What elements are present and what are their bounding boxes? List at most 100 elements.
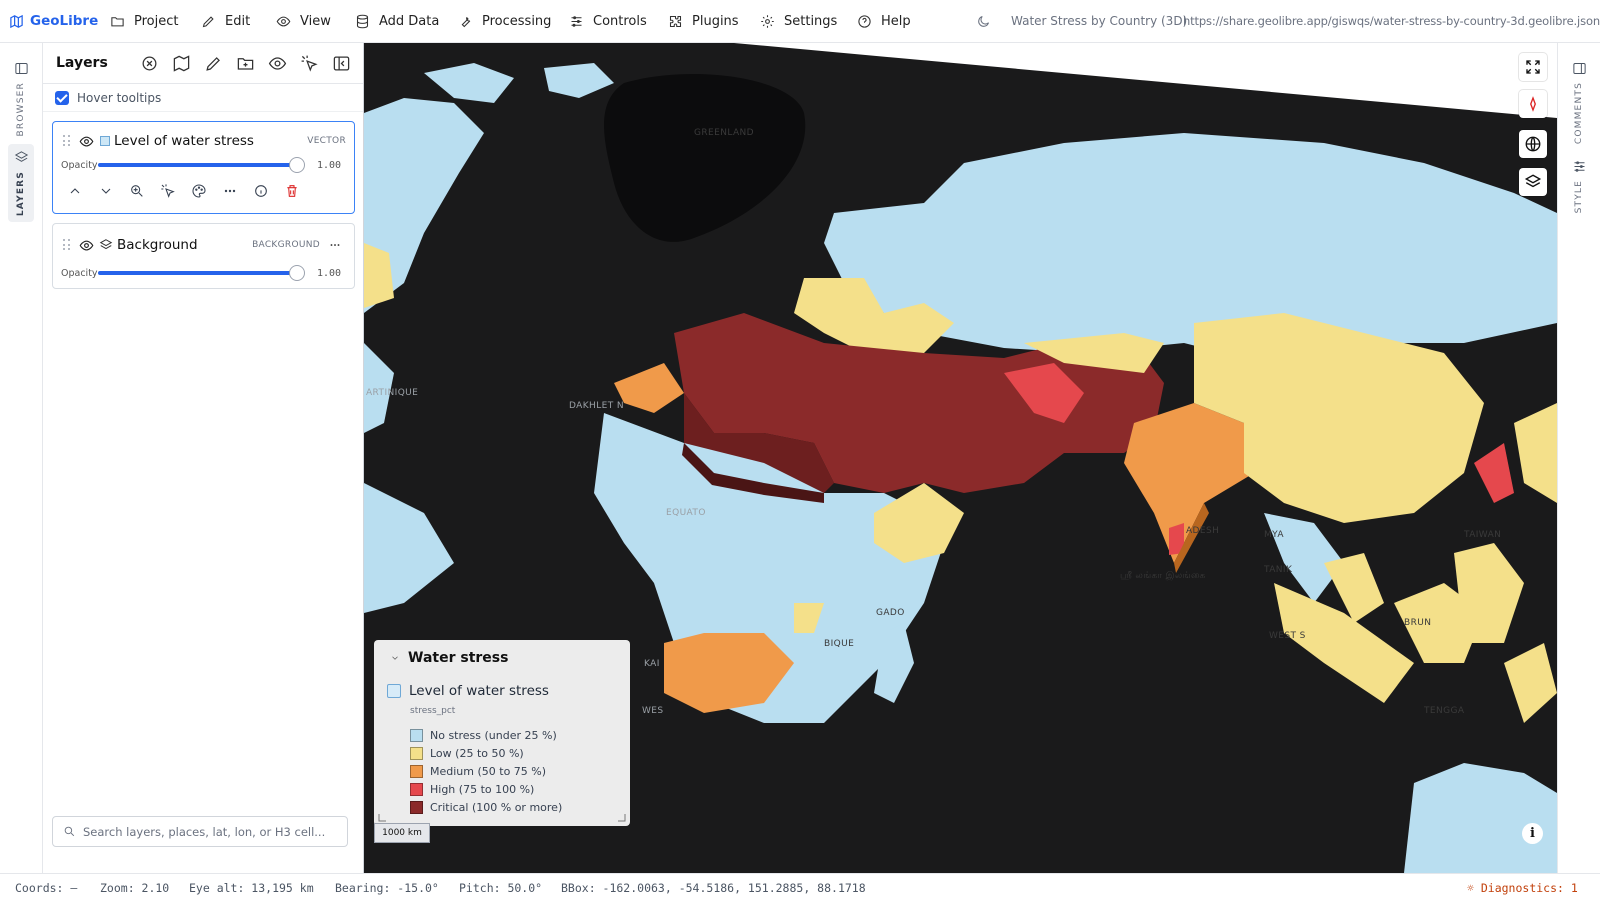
map-label: ஸ்ரீ லங்கா இலங்கை xyxy=(1120,571,1206,581)
move-down-icon[interactable] xyxy=(98,183,114,199)
add-basemap-icon[interactable] xyxy=(140,54,159,73)
info-icon[interactable] xyxy=(253,183,269,199)
tab-comments[interactable]: COMMENTS xyxy=(1566,55,1592,150)
eye-icon xyxy=(276,16,291,26)
drag-handle-icon[interactable] xyxy=(63,135,71,147)
globe-icon xyxy=(1525,136,1541,152)
layer-search-input[interactable]: Search layers, places, lat, lon, or H3 c… xyxy=(52,816,348,847)
map-label: TANIK xyxy=(1264,565,1293,575)
resize-handle-icon[interactable] xyxy=(618,814,626,822)
more-icon[interactable] xyxy=(328,238,342,252)
legend-swatch xyxy=(410,800,423,814)
eye-icon[interactable] xyxy=(79,238,94,253)
map-icon[interactable] xyxy=(172,54,191,73)
legend-title: Water stress xyxy=(408,650,509,666)
globe-button[interactable] xyxy=(1519,130,1547,158)
identify-icon[interactable] xyxy=(160,183,176,199)
menu-settings[interactable]: Settings xyxy=(760,0,837,43)
select-tool-icon[interactable] xyxy=(300,54,319,73)
gear-icon xyxy=(761,14,774,28)
tab-browser[interactable]: BROWSER xyxy=(8,55,34,142)
hover-tooltips-row[interactable]: Hover tooltips xyxy=(43,84,363,112)
menu-plugins[interactable]: Plugins xyxy=(668,0,739,43)
share-url[interactable]: https://share.geolibre.app/giswqs/water-… xyxy=(1183,14,1600,28)
map-label: ARTINIQUE xyxy=(366,388,419,398)
opacity-slider[interactable] xyxy=(98,265,305,281)
wrench-icon xyxy=(461,16,471,27)
menu-processing[interactable]: Processing xyxy=(458,0,551,43)
legend-swatch xyxy=(410,764,423,778)
visibility-icon[interactable] xyxy=(268,54,287,73)
legend-item: Low (25 to 50 %) xyxy=(410,744,630,762)
layer-type-badge: VECTOR xyxy=(307,136,346,146)
hover-tooltips-checkbox[interactable] xyxy=(55,90,69,105)
chevron-down-icon xyxy=(392,656,398,660)
menu-edit[interactable]: Edit xyxy=(201,0,250,43)
scale-bar: 1000 km xyxy=(374,823,430,843)
legend-layer-name: Level of water stress xyxy=(409,683,549,699)
legend-item: No stress (under 25 %) xyxy=(410,726,630,744)
document-title: Water Stress by Country (3D) xyxy=(1011,14,1188,28)
add-folder-icon[interactable] xyxy=(236,54,255,73)
tab-style[interactable]: STYLE xyxy=(1566,153,1592,219)
map-canvas[interactable]: GREENLAND DAKHLET N EQUATO ADESH TAIWAN … xyxy=(364,43,1557,873)
legend-item-label: Low (25 to 50 %) xyxy=(430,746,524,760)
menu-controls[interactable]: Controls xyxy=(569,0,647,43)
map-label: ADESH xyxy=(1186,526,1220,536)
layer-card-water-stress[interactable]: Level of water stress VECTOR Opacity 1.0… xyxy=(52,121,355,214)
layer-card-background[interactable]: Background BACKGROUND Opacity 1.00 xyxy=(52,223,355,289)
move-up-icon[interactable] xyxy=(67,183,83,199)
collapse-panel-icon[interactable] xyxy=(332,54,351,73)
info-icon: i xyxy=(1530,826,1535,841)
layers-panel: Layers Hover tooltips Level of water str… xyxy=(43,43,364,873)
resize-handle-icon[interactable] xyxy=(378,814,386,822)
legend-item: Critical (100 % or more) xyxy=(410,798,630,816)
opacity-label: Opacity xyxy=(61,267,98,279)
more-icon[interactable] xyxy=(222,183,238,199)
app-brand[interactable]: GeoLibre xyxy=(0,13,104,29)
attribution-info-button[interactable]: i xyxy=(1522,823,1543,844)
zoom-to-layer-icon[interactable] xyxy=(129,183,145,199)
legend-panel[interactable]: Water stress Level of water stress stres… xyxy=(374,640,630,826)
menubar: GeoLibre Project Edit View Add Data Proc… xyxy=(0,0,1600,43)
menu-help[interactable]: Help xyxy=(857,0,911,43)
right-rail: COMMENTS STYLE xyxy=(1557,43,1600,873)
map-label: WES xyxy=(642,706,664,716)
layer-name: Background xyxy=(117,237,198,253)
slider-knob[interactable] xyxy=(289,265,305,281)
compass-icon xyxy=(1530,96,1536,112)
legend-field: stress_pct xyxy=(410,706,456,716)
menu-project[interactable]: Project xyxy=(110,0,178,43)
layers-control-button[interactable] xyxy=(1519,168,1547,196)
map-label: EQUATO xyxy=(666,508,706,518)
legend-item-label: Medium (50 to 75 %) xyxy=(430,764,547,778)
drag-handle-icon[interactable] xyxy=(63,239,71,251)
menu-add-data[interactable]: Add Data xyxy=(355,0,439,43)
tab-layers[interactable]: LAYERS xyxy=(8,144,34,223)
legend-header[interactable]: Water stress xyxy=(374,640,630,676)
theme-toggle-moon-icon[interactable] xyxy=(976,14,991,29)
fullscreen-button[interactable] xyxy=(1519,53,1547,81)
legend-items: No stress (under 25 %) Low (25 to 50 %) Me… xyxy=(374,722,630,816)
opacity-slider[interactable] xyxy=(98,157,305,173)
sliders-icon xyxy=(1574,161,1584,172)
eye-icon[interactable] xyxy=(79,134,94,149)
draw-icon[interactable] xyxy=(204,54,223,73)
trash-icon[interactable] xyxy=(284,183,300,199)
palette-icon[interactable] xyxy=(191,183,207,199)
layer-name: Level of water stress xyxy=(114,133,254,149)
status-diagnostics[interactable]: ☼ Diagnostics: 1 xyxy=(1467,881,1578,895)
menu-view[interactable]: View xyxy=(276,0,331,43)
map-label: WEST S xyxy=(1269,631,1306,641)
compass-button[interactable] xyxy=(1519,90,1547,118)
status-bbox: BBox: -162.0063, -54.5186, 151.2885, 88.… xyxy=(561,881,866,895)
hover-tooltips-label: Hover tooltips xyxy=(77,90,162,105)
legend-item: High (75 to 100 %) xyxy=(410,780,630,798)
pencil-icon xyxy=(202,15,214,27)
status-bar: Coords: — Zoom: 2.10 Eye alt: 13,195 km … xyxy=(0,873,1600,900)
legend-layer: Level of water stress xyxy=(374,676,630,706)
slider-knob[interactable] xyxy=(289,157,305,173)
map-label: TAIWAN xyxy=(1464,530,1502,540)
layers-icon xyxy=(1524,174,1542,188)
status-zoom: Zoom: 2.10 xyxy=(100,881,170,895)
